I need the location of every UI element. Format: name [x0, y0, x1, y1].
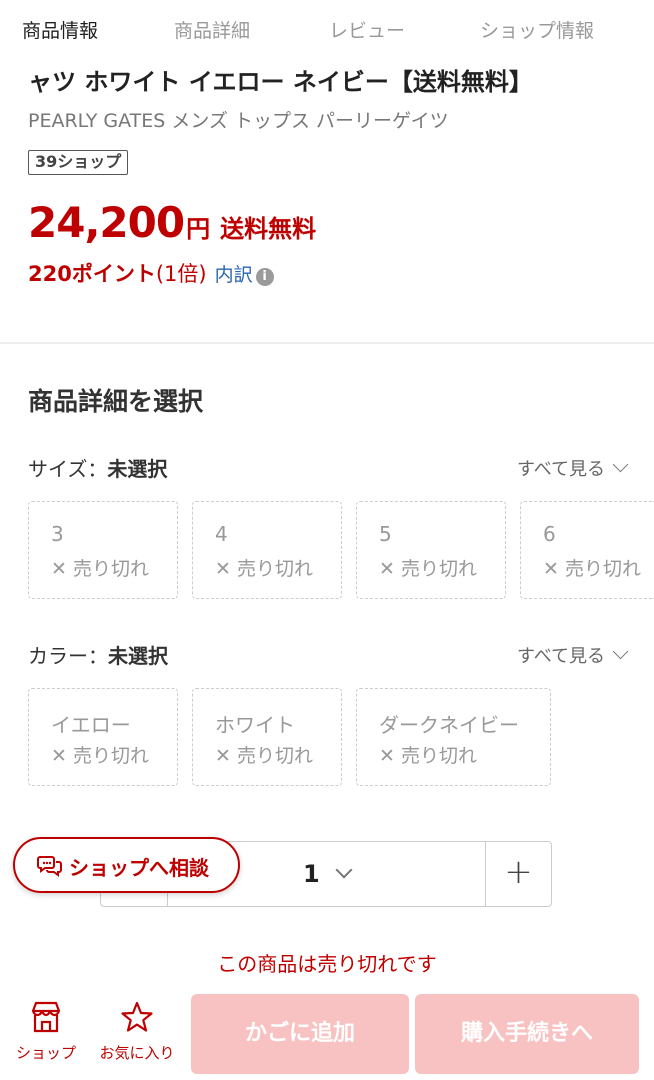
size-see-all-button[interactable]: すべて見る	[516, 455, 629, 481]
size-option-3[interactable]: 3 ✕ 売り切れ	[28, 501, 178, 599]
size-option-status: ✕ 売り切れ	[215, 558, 313, 580]
info-icon[interactable]: i	[255, 268, 274, 286]
size-see-all-label: すべて見る	[516, 459, 605, 480]
size-label-text: サイズ：	[28, 457, 108, 481]
top-tab-bar: 商品情報 商品詳細 レビュー ショップ情報	[0, 0, 654, 58]
section-divider	[0, 342, 654, 344]
chat-bubbles-icon	[37, 854, 63, 882]
checkout-button[interactable]: 購入手続きへ	[415, 994, 639, 1074]
points-breakdown-link[interactable]: 内訳	[215, 264, 253, 286]
quantity-value: 1	[303, 860, 320, 888]
size-option-name: 4	[215, 522, 228, 546]
price-row: 24,200円 送料無料	[28, 198, 316, 250]
chevron-down-icon	[335, 861, 353, 879]
quantity-increment-button[interactable]: +	[485, 842, 551, 906]
points-multiplier: (1倍)	[155, 262, 207, 286]
color-see-all-label: すべて見る	[516, 646, 605, 667]
color-option-status: ✕ 売り切れ	[215, 745, 313, 767]
quantity-select[interactable]: 1	[303, 860, 353, 888]
chevron-down-icon	[612, 643, 629, 660]
shop-button[interactable]: ショップ	[10, 1000, 82, 1072]
color-option-dark-navy[interactable]: ダークネイビー ✕ 売り切れ	[356, 688, 551, 786]
shop-39-badge: 39ショップ	[28, 150, 129, 175]
color-option-status: ✕ 売り切れ	[379, 745, 477, 767]
sold-out-message: この商品は売り切れです	[217, 952, 437, 976]
size-option-status: ✕ 売り切れ	[379, 558, 477, 580]
consult-shop-label: ショップへ相談	[69, 856, 209, 880]
color-option-name: ダークネイビー	[379, 713, 519, 737]
brand-line: PEARLY GATES メンズ トップス パーリーゲイツ	[28, 110, 449, 132]
size-option-6[interactable]: 6 ✕ 売り切れ	[520, 501, 654, 599]
size-selected-value: 未選択	[107, 457, 168, 481]
points-value: 220ポイント	[28, 262, 156, 286]
color-see-all-button[interactable]: すべて見る	[516, 642, 629, 668]
size-option-name: 5	[379, 522, 392, 546]
shop-button-label: ショップ	[15, 1044, 76, 1062]
select-details-heading: 商品詳細を選択	[28, 387, 204, 416]
free-shipping-label: 送料無料	[220, 215, 317, 243]
color-option-white[interactable]: ホワイト ✕ 売り切れ	[192, 688, 342, 786]
plus-icon: +	[504, 852, 533, 892]
product-title: ャツ ホワイト イエロー ネイビー【送料無料】	[28, 68, 533, 96]
add-to-cart-button[interactable]: かごに追加	[191, 994, 409, 1074]
tab-product-info[interactable]: 商品情報	[22, 16, 98, 43]
color-selected-value: 未選択	[108, 644, 168, 668]
color-option-name: イエロー	[51, 713, 131, 737]
consult-shop-button[interactable]: ショップへ相談	[13, 837, 240, 893]
size-option-5[interactable]: 5 ✕ 売り切れ	[356, 501, 506, 599]
color-option-name: ホワイト	[215, 713, 295, 737]
store-icon	[10, 1000, 82, 1034]
favorite-button-label: お気に入り	[99, 1044, 175, 1062]
price-value: 24,200	[28, 198, 185, 247]
size-label: サイズ：未選択	[28, 453, 167, 482]
chevron-down-icon	[612, 456, 629, 473]
star-icon	[92, 1000, 182, 1034]
price-currency: 円	[186, 215, 211, 243]
tab-reviews[interactable]: レビュー	[329, 16, 405, 43]
size-option-name: 3	[51, 522, 64, 546]
color-label-text: カラー：	[28, 644, 108, 668]
tab-product-details[interactable]: 商品詳細	[174, 16, 250, 43]
color-option-status: ✕ 売り切れ	[51, 745, 149, 767]
color-option-yellow[interactable]: イエロー ✕ 売り切れ	[28, 688, 178, 786]
points-row: 220ポイント(1倍) 内訳 i	[28, 258, 274, 288]
favorite-button[interactable]: お気に入り	[92, 1000, 182, 1072]
size-option-status: ✕ 売り切れ	[543, 558, 641, 580]
size-option-name: 6	[543, 522, 556, 546]
tab-shop-info[interactable]: ショップ情報	[480, 16, 594, 43]
size-option-status: ✕ 売り切れ	[51, 558, 149, 580]
color-label: カラー：未選択	[28, 640, 168, 669]
size-option-4[interactable]: 4 ✕ 売り切れ	[192, 501, 342, 599]
